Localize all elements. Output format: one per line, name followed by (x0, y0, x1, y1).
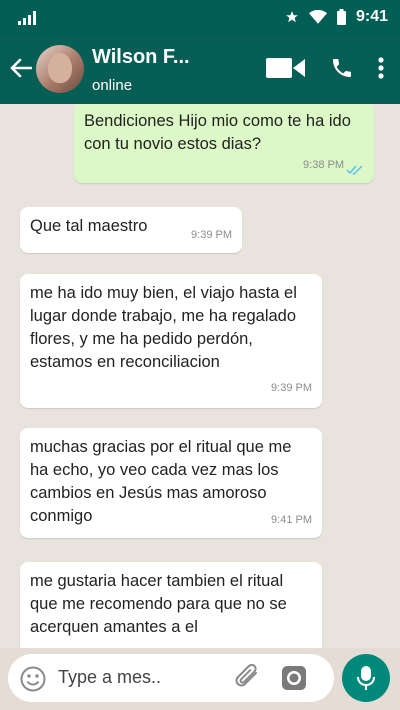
message-bubble-incoming[interactable]: muchas gracias por el ritual que me ha e… (20, 428, 322, 538)
status-time: 9:41 (355, 8, 388, 25)
avatar[interactable] (36, 45, 84, 93)
contact-name[interactable]: Wilson F... (92, 46, 190, 69)
voice-record-button[interactable] (342, 654, 390, 702)
wifi-icon (308, 10, 327, 24)
chat-header: Wilson F... online (0, 36, 400, 104)
more-options-icon[interactable] (378, 57, 384, 79)
phone-call-icon[interactable] (330, 56, 354, 80)
composer-bar: Type a mes.. (0, 648, 400, 710)
message-bubble-incoming[interactable]: me gustaria hacer tambien el ritual que … (20, 562, 322, 648)
camera-icon[interactable] (280, 664, 308, 692)
message-input[interactable]: Type a mes.. (8, 654, 334, 702)
status-bar: 9:41 (0, 0, 400, 36)
battery-icon (336, 9, 346, 25)
star-icon (286, 11, 298, 23)
message-text: muchas gracias por el ritual que me ha e… (30, 438, 292, 525)
message-bubble-incoming[interactable]: me ha ido muy bien, el viajo hasta el lu… (20, 274, 322, 408)
emoji-icon[interactable] (20, 666, 46, 692)
message-text: me ha ido muy bien, el viajo hasta el lu… (30, 284, 297, 371)
attach-icon[interactable] (234, 664, 264, 692)
message-text: Bendiciones Hijo mio como te ha ido con … (84, 112, 351, 153)
message-text: me gustaria hacer tambien el ritual que … (30, 572, 287, 636)
read-ticks-icon (346, 165, 363, 175)
microphone-icon (357, 666, 375, 690)
message-list[interactable]: Bendiciones Hijo mio como te ha ido con … (0, 104, 400, 648)
message-bubble-outgoing[interactable]: Bendiciones Hijo mio como te ha ido con … (74, 104, 374, 183)
message-input-placeholder: Type a mes.. (58, 667, 162, 687)
back-arrow-icon[interactable] (10, 58, 32, 78)
message-time: 9:38 PM (303, 159, 344, 171)
presence-status: online (92, 77, 133, 94)
message-text: Que tal maestro (30, 217, 148, 235)
message-bubble-incoming[interactable]: Que tal maestro 9:39 PM (20, 207, 242, 253)
message-time: 9:41 PM (271, 514, 312, 526)
message-time: 9:39 PM (191, 229, 232, 241)
signal-icon (18, 11, 36, 25)
message-time: 9:39 PM (271, 382, 312, 394)
video-call-icon[interactable] (266, 57, 306, 79)
